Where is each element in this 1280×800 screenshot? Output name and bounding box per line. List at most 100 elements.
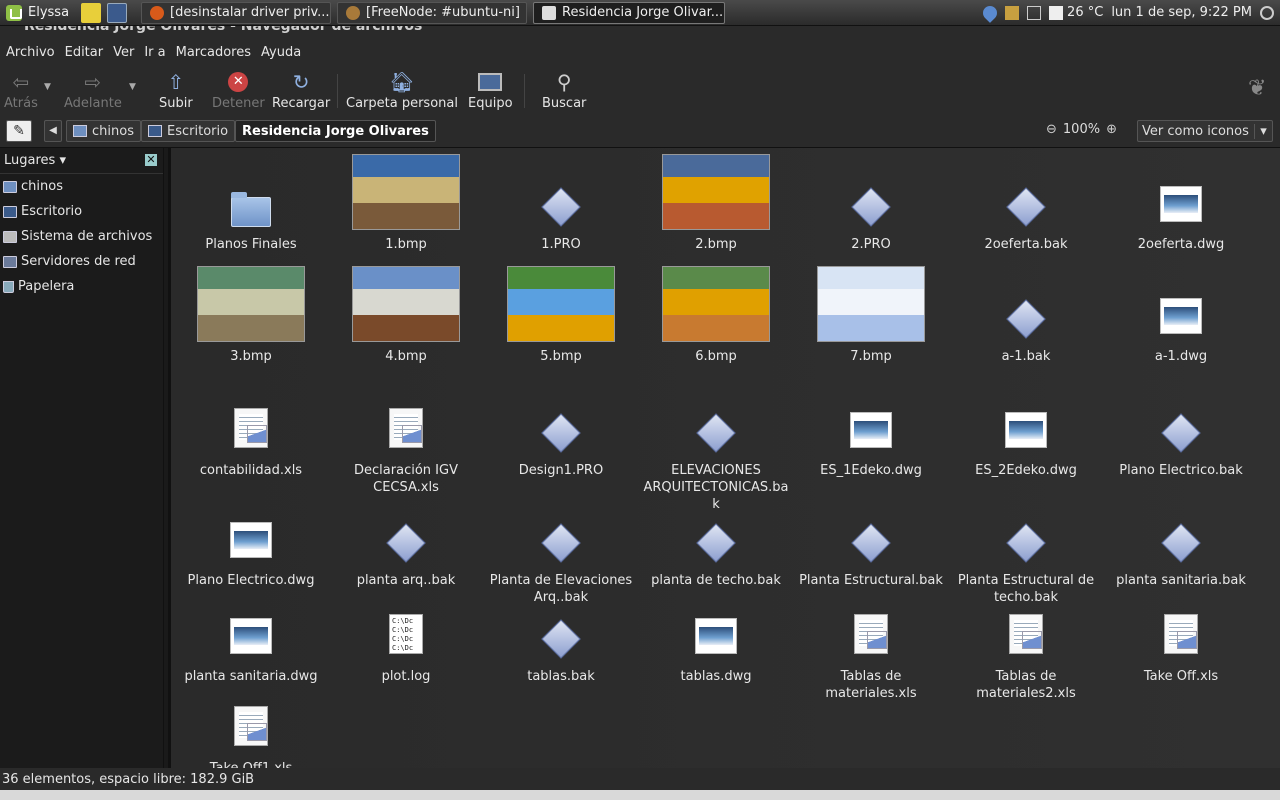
weather-display[interactable]: 26 °C (1049, 5, 1103, 20)
breadcrumb-label: chinos (92, 123, 134, 139)
menu-ver[interactable]: Ver (113, 45, 134, 60)
menu-archivo[interactable]: Archivo (6, 45, 55, 60)
file-item[interactable]: planta sanitaria.bak (1106, 488, 1256, 589)
gnome-foot-icon: ❦ (1248, 76, 1267, 101)
file-icon-wrap (507, 264, 615, 344)
file-item[interactable]: 5.bmp (486, 264, 636, 365)
file-item[interactable]: Declaración IGV CECSA.xls (331, 378, 481, 496)
file-item[interactable]: 6.bmp (641, 264, 791, 365)
file-item[interactable]: planta arq..bak (331, 488, 481, 589)
close-sidebar-icon[interactable]: ✕ (145, 154, 157, 166)
file-item[interactable]: Planos Finales (176, 152, 326, 253)
back-history-dropdown-icon[interactable]: ▼ (44, 82, 51, 92)
file-item[interactable]: Tablas de materiales.xls (796, 584, 946, 702)
file-item[interactable]: 7.bmp (796, 264, 946, 365)
spreadsheet-icon (1164, 614, 1198, 654)
file-item[interactable]: a-1.dwg (1106, 264, 1256, 365)
sidebar-item-servidores-de-red[interactable]: Servidores de red (0, 249, 163, 274)
task-label: [desinstalar driver priv... (170, 5, 330, 20)
file-item[interactable]: 2.bmp (641, 152, 791, 253)
sidebar-item-sistema-de-archivos[interactable]: Sistema de archivos (0, 224, 163, 249)
view-mode-select[interactable]: Ver como iconos ▾ (1137, 120, 1273, 142)
forward-button[interactable]: ⇨ Adelante (64, 68, 122, 111)
file-item[interactable]: tablas.dwg (641, 584, 791, 685)
breadcrumb-current-folder[interactable]: Residencia Jorge Olivares (235, 120, 436, 142)
file-item[interactable]: contabilidad.xls (176, 378, 326, 479)
zoom-level[interactable]: 100% (1063, 122, 1100, 137)
file-item[interactable]: Planta Estructural.bak (796, 488, 946, 589)
menu-ayuda[interactable]: Ayuda (261, 45, 301, 60)
menu-ir-a[interactable]: Ir a (144, 45, 165, 60)
toolbar-separator (337, 74, 338, 108)
file-item[interactable]: 4.bmp (331, 264, 481, 365)
file-item[interactable]: 1.PRO (486, 152, 636, 253)
file-item[interactable]: Plano Electrico.dwg (176, 488, 326, 589)
file-item[interactable]: 2.PRO (796, 152, 946, 253)
file-item[interactable]: Tablas de materiales2.xls (951, 584, 1101, 702)
workspace-switcher-icon[interactable] (1027, 5, 1042, 20)
file-item[interactable]: planta de techo.bak (641, 488, 791, 589)
toggle-location-entry-icon[interactable]: ✎ (6, 120, 32, 142)
drop-icon[interactable] (980, 2, 1000, 23)
breadcrumb-escritorio[interactable]: Escritorio (141, 120, 236, 142)
zoom-out-icon[interactable]: ⊖ (1046, 122, 1057, 137)
sidebar-item-papelera[interactable]: Papelera (0, 274, 163, 299)
file-icon-wrap (662, 264, 770, 344)
file-name-label: plot.log (381, 669, 431, 684)
cad-document-icon (696, 413, 736, 453)
back-button[interactable]: ⇦ Atrás (4, 68, 38, 111)
reload-button[interactable]: ↻ Recargar (272, 68, 330, 111)
taskbar-item-file-manager[interactable]: Residencia Jorge Olivar... (533, 1, 726, 24)
breadcrumb-label: Residencia Jorge Olivares (242, 123, 429, 139)
firefox-icon (150, 5, 165, 20)
stop-button[interactable]: ✕ Detener (212, 68, 265, 111)
window-titlebar[interactable]: Residencia Jorge Olivares - Navegador de… (0, 26, 1280, 40)
file-item[interactable]: Design1.PRO (486, 378, 636, 479)
trash-icon (3, 280, 14, 293)
taskbar-item-xchat[interactable]: [FreeNode: #ubuntu-ni] (337, 1, 528, 24)
search-button[interactable]: ⚲ Buscar (542, 68, 586, 111)
zoom-in-icon[interactable]: ⊕ (1106, 122, 1117, 137)
file-item[interactable]: tablas.bak (486, 584, 636, 685)
file-name-label: tablas.dwg (680, 669, 752, 684)
breadcrumb-scroll-left-icon[interactable]: ◀ (44, 120, 62, 142)
home-folder-button[interactable]: 🏠︎ Carpeta personal (346, 68, 458, 111)
file-icon-view[interactable]: Planos Finales 1.bmp 1.PRO 2.bmp 2.PRO 2oefer… (168, 148, 1280, 776)
spreadsheet-icon (234, 706, 268, 746)
back-label: Atrás (4, 96, 38, 111)
file-item[interactable]: planta sanitaria.dwg (176, 584, 326, 685)
sidebar-item-chinos[interactable]: chinos (0, 174, 163, 199)
computer-button[interactable]: Equipo (468, 68, 513, 111)
clock[interactable]: lun 1 de sep, 9:22 PM (1111, 5, 1252, 20)
sidebar-type-selector[interactable]: Lugares ▾ (4, 153, 66, 168)
file-item[interactable]: Take Off1.xls (176, 676, 326, 777)
file-icon-wrap (1005, 378, 1047, 458)
file-item[interactable]: Plano Electrico.bak (1106, 378, 1256, 479)
lock-icon[interactable] (1005, 5, 1020, 20)
menu-marcadores[interactable]: Marcadores (176, 45, 251, 60)
menu-editar[interactable]: Editar (65, 45, 104, 60)
file-icon-wrap (230, 584, 272, 664)
file-item[interactable]: Take Off.xls (1106, 584, 1256, 685)
forward-history-dropdown-icon[interactable]: ▼ (129, 82, 136, 92)
terminal-launcher-icon[interactable] (107, 2, 128, 23)
breadcrumb-chinos[interactable]: chinos (66, 120, 141, 142)
search-label: Buscar (542, 96, 587, 111)
file-item[interactable]: 2oeferta.dwg (1106, 152, 1256, 253)
file-item[interactable]: ES_1Edeko.dwg (796, 378, 946, 479)
notes-launcher-icon[interactable] (81, 2, 102, 23)
file-item[interactable]: C:\Dc C:\Dc C:\Dc C:\Dc plot.log (331, 584, 481, 685)
file-name-label: ES_1Edeko.dwg (820, 463, 922, 478)
main-menu-button[interactable]: Elyssa (0, 0, 75, 26)
file-item[interactable]: 2oeferta.bak (951, 152, 1101, 253)
file-item[interactable]: ES_2Edeko.dwg (951, 378, 1101, 479)
sidebar-item-escritorio[interactable]: Escritorio (0, 199, 163, 224)
file-item[interactable]: 3.bmp (176, 264, 326, 365)
file-icon-wrap (850, 378, 892, 458)
power-icon[interactable] (1260, 5, 1274, 20)
up-button[interactable]: ⇧ Subir (159, 68, 193, 111)
dwg-image-icon (1160, 298, 1202, 334)
taskbar-item-firefox[interactable]: [desinstalar driver priv... (141, 1, 332, 24)
file-item[interactable]: 1.bmp (331, 152, 481, 253)
file-item[interactable]: a-1.bak (951, 264, 1101, 365)
